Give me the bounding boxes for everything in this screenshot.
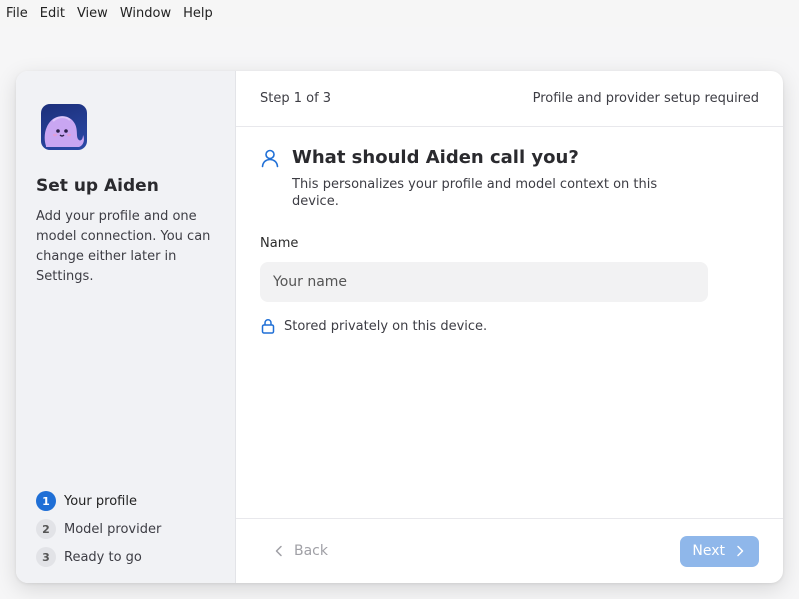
menu-help[interactable]: Help [177,0,219,27]
main-panel: Step 1 of 3 Profile and provider setup r… [236,71,783,583]
step-number: 3 [36,547,56,567]
question-title: What should Aiden call you? [292,147,579,168]
name-input[interactable] [260,262,708,302]
step-ready-to-go: 3 Ready to go [36,543,161,571]
chevron-left-icon [275,545,282,557]
step-your-profile: 1 Your profile [36,487,161,515]
name-label: Name [260,236,299,251]
step-number: 1 [36,491,56,511]
next-label: Next [692,543,725,559]
step-label: Your profile [64,493,137,509]
step-label: Model provider [64,521,162,537]
sidebar-description: Add your profile and one model connectio… [36,209,211,284]
back-label: Back [294,543,328,559]
lock-icon [261,319,275,334]
setup-status: Profile and provider setup required [532,91,759,106]
privacy-note: Stored privately on this device. [260,318,759,334]
step-indicator: Step 1 of 3 [260,91,332,106]
next-button[interactable]: Next [680,535,759,567]
menu-window[interactable]: Window [114,0,177,27]
chevron-right-icon [737,545,744,557]
step-list: 1 Your profile 2 Model provider 3 Ready … [36,487,161,571]
main-header: Step 1 of 3 Profile and provider setup r… [236,71,783,127]
back-button[interactable]: Back [260,535,342,567]
profile-form: What should Aiden call you? This persona… [260,147,759,334]
ghost-mascot-icon [41,104,87,150]
privacy-text: Stored privately on this device. [284,318,488,334]
step-number: 2 [36,519,56,539]
sidebar-title: Set up Aiden [36,176,159,196]
user-icon [261,149,279,167]
step-model-provider: 2 Model provider [36,515,161,543]
question-subtitle: This personalizes your profile and model… [292,177,658,209]
menu-edit[interactable]: Edit [34,0,71,27]
menu-bar: File Edit View Window Help [0,0,799,27]
question-row: What should Aiden call you? [260,147,759,168]
step-label: Ready to go [64,549,142,565]
menu-view[interactable]: View [71,0,114,27]
menu-file[interactable]: File [0,0,34,27]
setup-window: Set up Aiden Add your profile and one mo… [16,71,783,583]
footer: Back Next [236,518,783,583]
sidebar: Set up Aiden Add your profile and one mo… [16,71,236,583]
